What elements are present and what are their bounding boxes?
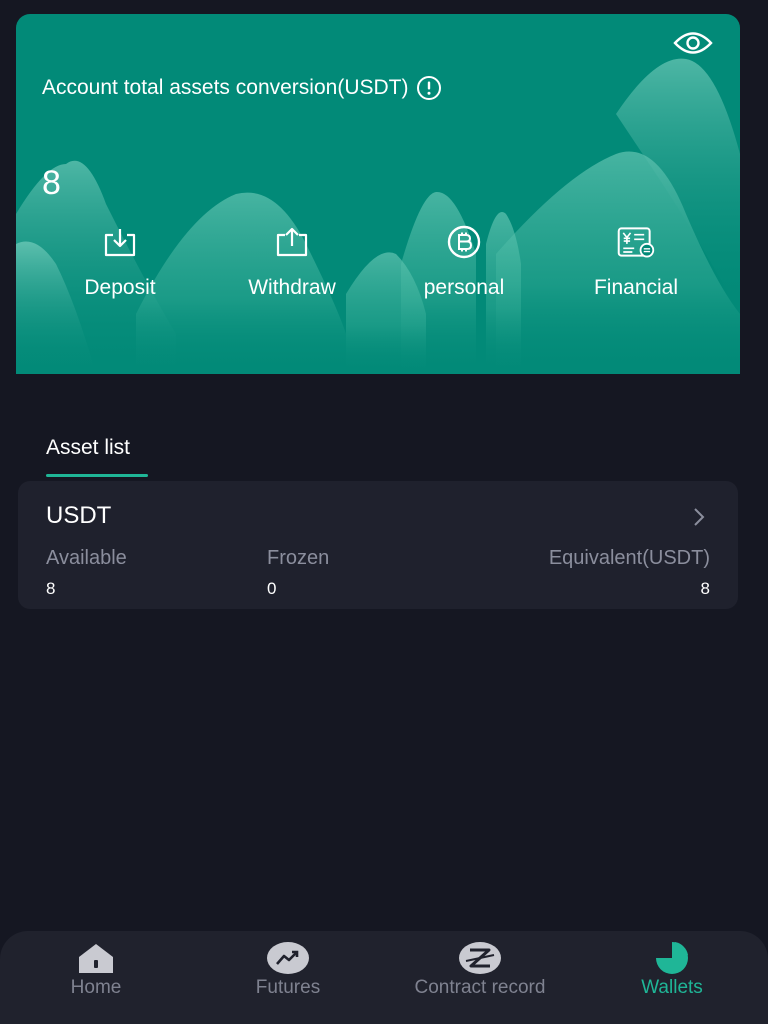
nav-item-futures[interactable]: Futures: [192, 931, 384, 1024]
deposit-icon: [100, 222, 140, 262]
bottom-nav: Home Futures Contract record Wallets: [0, 931, 768, 1024]
equivalent-label: Equivalent(USDT): [548, 547, 710, 569]
mountain-background: [16, 58, 740, 374]
home-icon: [74, 941, 118, 975]
asset-summary-card: Account total assets conversion(USDT) 8: [16, 14, 740, 374]
futures-icon: [266, 941, 310, 975]
bitcoin-icon: [444, 222, 484, 262]
wallets-icon: [650, 941, 694, 975]
info-icon[interactable]: [416, 75, 442, 101]
eye-icon: [673, 30, 713, 61]
frozen-value: 0: [267, 579, 277, 598]
withdraw-icon: [272, 222, 312, 262]
tab-active-indicator: [46, 474, 148, 477]
nav-item-home[interactable]: Home: [0, 931, 192, 1024]
total-assets-label: Account total assets conversion(USDT): [42, 76, 409, 99]
nav-label-futures: Futures: [255, 977, 321, 998]
total-assets-title: Account total assets conversion(USDT): [42, 74, 442, 102]
tab-asset-list-label: Asset list: [46, 436, 131, 459]
nav-label-wallets: Wallets: [641, 977, 703, 998]
financial-icon: [616, 222, 656, 262]
tab-asset-list[interactable]: Asset list: [46, 436, 148, 477]
nav-item-wallets[interactable]: Wallets: [576, 931, 768, 1024]
equivalent-value: 8: [700, 579, 710, 598]
asset-list-tabs: Asset list: [46, 436, 148, 482]
deposit-label: Deposit: [84, 276, 156, 299]
nav-label-contract-record: Contract record: [414, 977, 546, 998]
nav-label-home: Home: [70, 977, 122, 998]
withdraw-button[interactable]: Withdraw: [206, 222, 378, 318]
personal-label: personal: [423, 276, 505, 299]
available-value: 8: [46, 579, 56, 598]
frozen-label: Frozen: [267, 547, 330, 569]
total-assets-value: 8: [42, 164, 61, 202]
deposit-button[interactable]: Deposit: [34, 222, 206, 318]
withdraw-label: Withdraw: [248, 276, 336, 299]
asset-name: USDT: [46, 502, 112, 529]
toggle-visibility-button[interactable]: [672, 30, 714, 60]
quick-actions: Deposit Withdraw personal Financial: [34, 222, 722, 318]
financial-button[interactable]: Financial: [550, 222, 722, 318]
wallet-page: Account total assets conversion(USDT) 8: [0, 0, 768, 1024]
available-label: Available: [46, 547, 127, 569]
contract-record-icon: [458, 941, 502, 975]
personal-button[interactable]: personal: [378, 222, 550, 318]
financial-label: Financial: [593, 276, 679, 299]
chevron-right-icon: [688, 505, 710, 529]
nav-item-contract-record[interactable]: Contract record: [384, 931, 576, 1024]
asset-item-usdt[interactable]: USDT Available Frozen Equivalent(USDT) 8…: [18, 481, 738, 609]
